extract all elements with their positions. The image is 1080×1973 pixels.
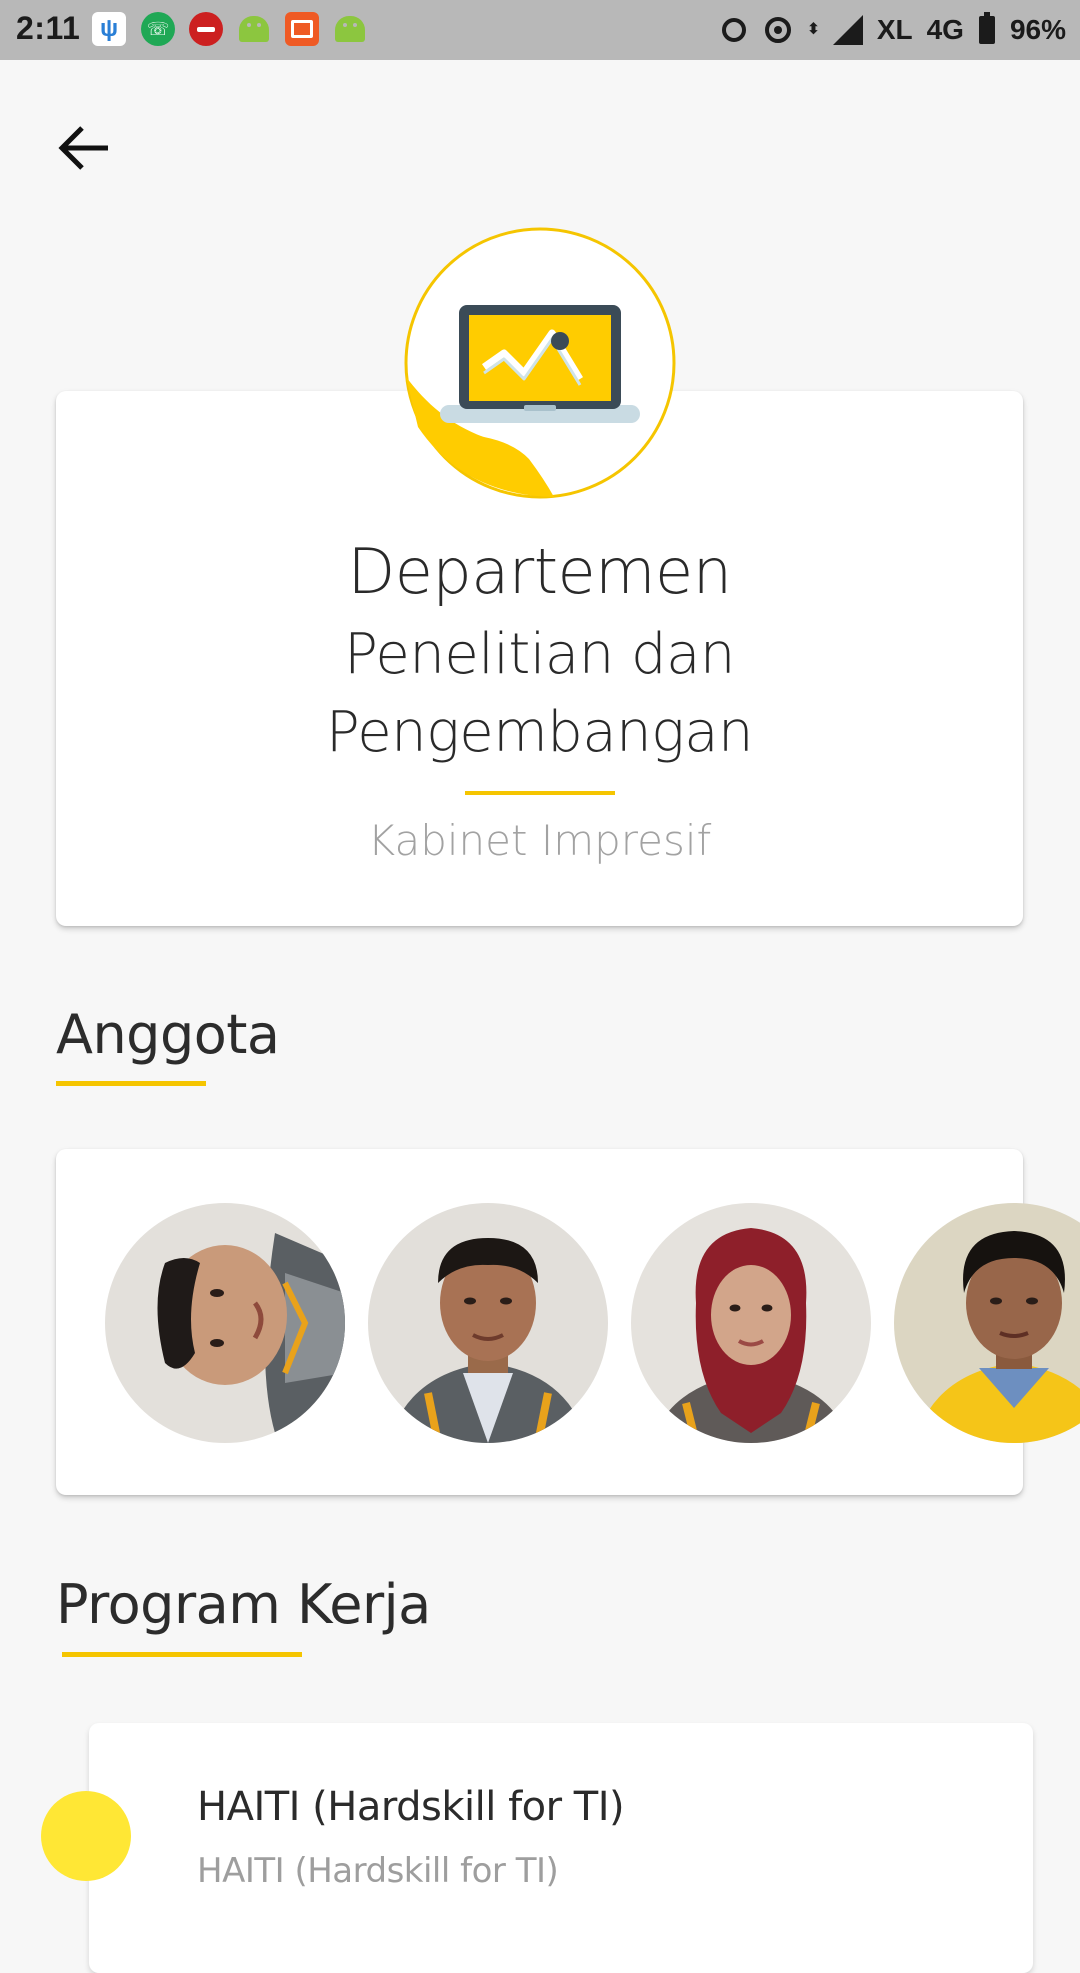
cabinet-name: Kabinet Impresif [367,816,712,865]
video-camera-icon [285,12,319,46]
program-description: HAITI (Hardskill for TI) [197,1851,559,1891]
program-card[interactable] [89,1723,1033,1973]
hotspot-icon [763,15,793,45]
members-avatar-row[interactable] [0,1203,1080,1443]
program-indicator-dot [41,1791,131,1881]
programs-heading-underline [62,1652,302,1657]
carrier-label: XL [876,14,913,45]
android-icon [237,12,271,46]
programs-heading: Program Kerja [56,1573,431,1636]
network-type-label: 4G [926,14,964,45]
status-system-area: ⬍ XL 4G 96% [719,8,1066,52]
android-icon [333,12,367,46]
members-heading-underline [56,1081,206,1086]
member-avatar[interactable] [631,1203,871,1443]
usb-icon: ψ [92,12,126,46]
back-button[interactable] [44,108,124,188]
department-title-line1: Departemen [347,535,732,608]
title-underline [465,791,615,795]
battery-percent: 96% [1009,14,1066,45]
member-avatar[interactable] [368,1203,608,1443]
status-time: 2:11 [16,10,81,46]
members-heading: Anggota [56,1003,280,1066]
battery-icon [978,12,996,45]
data-arrows-icon: ⬍ [806,21,821,38]
alarm-icon [719,15,749,45]
department-title-line3: Pengembangan [325,700,754,765]
signal-icon [832,15,863,45]
status-bar: 2:11 ψ ☏ ⬍ XL 4G 96% [0,0,1080,60]
laptop-chart-icon [404,227,676,499]
arrow-left-icon [58,126,108,170]
whatsapp-icon: ☏ [141,12,175,46]
program-name: HAITI (Hardskill for TI) [197,1784,625,1830]
member-avatar[interactable] [105,1203,345,1443]
red-circle-app-icon [189,12,223,46]
member-avatar[interactable] [894,1203,1080,1443]
department-title-line2: Penelitian dan [344,622,735,687]
